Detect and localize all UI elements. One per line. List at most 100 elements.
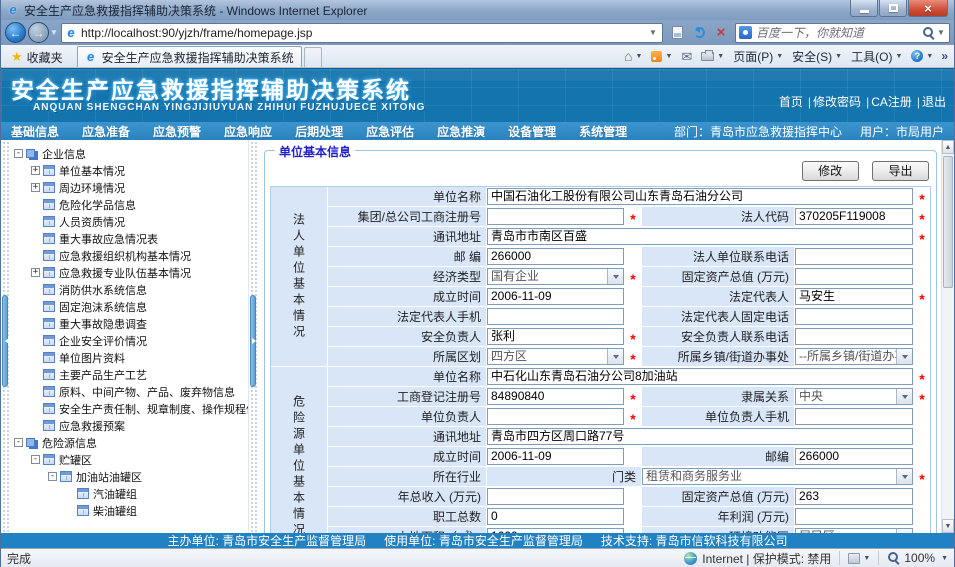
nav-item-8[interactable]: 系统管理 (579, 123, 627, 140)
tree-item-14[interactable]: 原料、中间产物、产品、废弃物信息 (9, 383, 248, 400)
text-input[interactable]: 2006-11-09 (487, 288, 624, 305)
tree-item-1[interactable]: +单位基本情况 (9, 162, 248, 179)
browser-tab[interactable]: 安全生产应急救援指挥辅助决策系统 (77, 46, 302, 67)
search-dropdown-icon[interactable] (936, 28, 946, 37)
text-input[interactable] (795, 508, 913, 525)
text-input[interactable]: 中国石油化工股份有限公司山东青岛石油分公司 (487, 188, 913, 205)
tree-item-15[interactable]: 安全生产责任制、规章制度、操作规程信息 (9, 400, 248, 417)
header-link-0[interactable]: 首页 (779, 95, 803, 109)
header-link-3[interactable]: 退出 (922, 95, 946, 109)
expand-toggle-icon[interactable]: + (31, 166, 40, 175)
scrollbar-track[interactable] (942, 290, 954, 519)
text-input[interactable]: 1600 (487, 528, 624, 533)
header-link-1[interactable]: 修改密码 (813, 95, 861, 109)
tree-item-3[interactable]: 危险化学品信息 (9, 196, 248, 213)
tree-item-20[interactable]: 汽油罐组 (9, 485, 248, 502)
text-input[interactable]: 266000 (487, 248, 624, 265)
tree-item-10[interactable]: 重大事故隐患调查 (9, 315, 248, 332)
text-input[interactable]: 2006-11-09 (487, 448, 624, 465)
tree-item-13[interactable]: 主要产品生产工艺 (9, 366, 248, 383)
tree-item-7[interactable]: +应急救援专业队伍基本情况 (9, 264, 248, 281)
select-input[interactable]: 四方区 (487, 348, 624, 365)
minimize-button[interactable] (850, 0, 878, 17)
home-button[interactable] (624, 49, 642, 63)
tree-item-9[interactable]: 固定泡沫系统信息 (9, 298, 248, 315)
favorites-button[interactable]: 收藏夹 (5, 47, 69, 67)
nav-item-6[interactable]: 应急推演 (437, 123, 485, 140)
text-input[interactable]: 266000 (795, 448, 913, 465)
command-item-2[interactable]: 工具(O) (851, 48, 902, 65)
tree-item-8[interactable]: 消防供水系统信息 (9, 281, 248, 298)
more-commands-icon[interactable] (941, 49, 948, 63)
command-item-0[interactable]: 页面(P) (733, 48, 783, 65)
tree-item-4[interactable]: 人员资质情况 (9, 213, 248, 230)
tree-item-2[interactable]: +周边环境情况 (9, 179, 248, 196)
tree-item-5[interactable]: 重大事故应急情况表 (9, 230, 248, 247)
text-input[interactable] (795, 328, 913, 345)
collapse-toggle-icon[interactable]: - (14, 149, 23, 158)
search-box[interactable]: 百度一下，你就知道 (735, 23, 950, 43)
stop-button[interactable] (710, 23, 732, 43)
scrollbar-thumb[interactable] (943, 156, 953, 288)
text-input[interactable] (487, 208, 624, 225)
industry-select[interactable]: 租赁和商务服务业 (642, 468, 913, 485)
nav-item-4[interactable]: 后期处理 (295, 123, 343, 140)
text-input[interactable]: 370205F119008 (795, 208, 913, 225)
tree-item-6[interactable]: 应急救援组织机构基本情况 (9, 247, 248, 264)
text-input[interactable] (487, 308, 624, 325)
text-input[interactable]: 84890840 (487, 388, 624, 405)
url-field[interactable]: http://localhost:90/yjzh/frame/homepage.… (61, 23, 663, 43)
scroll-down-icon[interactable] (942, 519, 954, 533)
collapse-toggle-icon[interactable]: - (14, 438, 23, 447)
text-input[interactable] (795, 268, 913, 285)
forward-button[interactable] (28, 22, 49, 43)
nav-item-3[interactable]: 应急响应 (224, 123, 272, 140)
export-button[interactable]: 导出 (872, 161, 929, 181)
text-input[interactable]: 马安生 (795, 288, 913, 305)
text-input[interactable] (795, 308, 913, 325)
tree-item-21[interactable]: 柴油罐组 (9, 502, 248, 519)
text-input[interactable]: 中石化山东青岛石油分公司8加油站 (487, 368, 913, 385)
search-icon[interactable] (922, 26, 936, 40)
history-dropdown-icon[interactable] (49, 28, 59, 37)
expand-toggle-icon[interactable]: + (31, 268, 40, 277)
tree-item-17[interactable]: -危险源信息 (9, 434, 248, 451)
maximize-button[interactable] (879, 0, 907, 17)
new-tab-button[interactable] (304, 47, 322, 67)
url-dropdown-icon[interactable] (646, 28, 660, 37)
zoom-control[interactable]: 100% (887, 551, 948, 565)
collapse-left-handle[interactable] (2, 295, 8, 387)
feeds-button[interactable] (651, 51, 672, 62)
text-input[interactable]: 青岛市市南区百盛 (487, 228, 913, 245)
text-input[interactable]: 张利 (487, 328, 624, 345)
collapse-toggle-icon[interactable]: - (31, 455, 40, 464)
tree-item-12[interactable]: 单位图片资料 (9, 349, 248, 366)
refresh-button[interactable] (688, 23, 710, 43)
print-button[interactable] (701, 52, 724, 61)
text-input[interactable] (795, 408, 913, 425)
select-input[interactable]: 中央 (795, 388, 913, 405)
select-input[interactable]: --所属乡镇/街道办事处-- (795, 348, 913, 365)
expand-toggle-icon[interactable]: + (31, 183, 40, 192)
frame-splitter[interactable] (248, 140, 257, 533)
text-input[interactable] (795, 248, 913, 265)
vertical-scrollbar[interactable] (941, 140, 954, 533)
select-input[interactable]: 国有企业 (487, 268, 624, 285)
header-link-2[interactable]: CA注册 (871, 95, 912, 109)
collapse-toggle-icon[interactable]: - (48, 472, 57, 481)
text-input[interactable]: 0 (487, 508, 624, 525)
page-status-icon[interactable] (848, 553, 860, 564)
close-button[interactable] (908, 0, 948, 17)
text-input[interactable] (487, 488, 624, 505)
modify-button[interactable]: 修改 (802, 161, 859, 181)
tree-item-11[interactable]: 企业安全评价情况 (9, 332, 248, 349)
command-item-1[interactable]: 安全(S) (792, 48, 842, 65)
mail-button[interactable] (681, 50, 692, 63)
text-input[interactable]: 263 (795, 488, 913, 505)
tree-item-16[interactable]: 应急救援预案 (9, 417, 248, 434)
text-input[interactable] (487, 408, 624, 425)
nav-item-5[interactable]: 应急评估 (366, 123, 414, 140)
text-input[interactable]: 青岛市四方区周口路77号 (487, 428, 913, 445)
chevron-down-icon[interactable] (863, 555, 870, 562)
back-button[interactable] (5, 22, 26, 43)
